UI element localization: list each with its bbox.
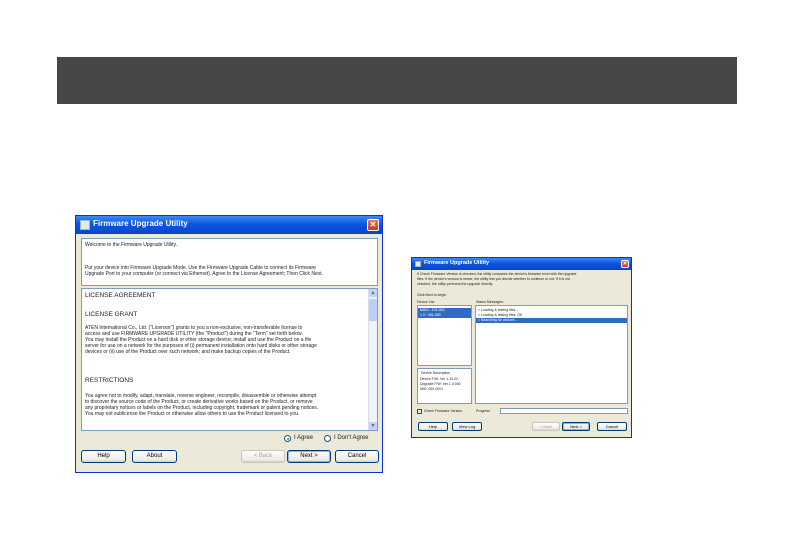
license-text-area[interactable]: LICENSE AGREEMENT LICENSE GRANT ATEN Int… — [81, 288, 378, 431]
instruction-line-2: Upgrade Port to your computer (or connec… — [85, 271, 324, 277]
device-label: 1 0 : 301-000 — [420, 313, 441, 317]
status-message: > Loading & testing files: OK — [478, 313, 523, 317]
intro-panel: Welcome to the Firmware Upgrade Utility.… — [81, 238, 378, 286]
status-messages-list[interactable]: > Loading & testing files... > Loading &… — [475, 305, 628, 404]
info-line: checked, the utility performs the upgrad… — [417, 282, 494, 286]
cancel-button[interactable]: Cancel — [335, 450, 379, 463]
agree-radio[interactable] — [284, 435, 291, 442]
agree-label[interactable]: I Agree — [294, 435, 313, 441]
device-label: MAIN : 101-000 — [420, 308, 445, 312]
info-line: If Check Firmware Version is checked, th… — [417, 272, 577, 276]
help-button[interactable]: Help — [418, 422, 448, 431]
app-icon — [415, 261, 421, 267]
back-button[interactable]: < Back — [241, 450, 285, 463]
header-bar — [57, 57, 737, 104]
check-firmware-checkbox[interactable]: ✓ — [417, 409, 422, 414]
restrictions-heading: RESTRICTIONS — [85, 377, 134, 384]
license-grant-heading: LICENSE GRANT — [85, 311, 138, 318]
click-hint: Click Next to begin. — [417, 293, 448, 297]
license-dialog-window: Firmware Upgrade Utility ✕ Welcome to th… — [75, 215, 383, 473]
about-button[interactable]: About — [132, 450, 177, 463]
status-messages-label: Status Messages: — [476, 300, 504, 304]
app-icon — [80, 220, 90, 230]
disagree-label[interactable]: I Don't Agree — [334, 435, 369, 441]
next-button[interactable]: Next > — [562, 422, 590, 431]
progress-label: Progress — [476, 409, 491, 413]
help-button[interactable]: Help — [81, 450, 126, 463]
scroll-down-icon[interactable]: ▼ — [369, 422, 377, 430]
info-line: files. If the device's version is newer,… — [417, 277, 570, 281]
restrictions-line: You may not sublicense the Product or ot… — [85, 411, 300, 417]
check-firmware-label[interactable]: Check Firmware Version — [424, 409, 462, 413]
title-bar[interactable]: Firmware Upgrade Utility ✕ — [412, 258, 631, 270]
cancel-button[interactable]: Cancel — [597, 422, 627, 431]
status-message: > Searching for devices... — [478, 318, 518, 322]
close-button[interactable]: ✕ — [367, 219, 379, 231]
status-message: > Loading & testing files... — [478, 308, 519, 312]
window-title: Firmware Upgrade Utility — [93, 219, 188, 228]
upgrade-dialog-window: Firmware Upgrade Utility ✕ If Check Firm… — [411, 257, 632, 438]
close-button[interactable]: ✕ — [621, 260, 629, 268]
device-description-heading: Device Description — [421, 371, 451, 375]
welcome-text: Welcome to the Firmware Upgrade Utility. — [85, 242, 178, 248]
window-title: Firmware Upgrade Utility — [424, 260, 490, 266]
device-row[interactable]: 1 0 : 301-000 — [418, 313, 471, 318]
device-description-panel: Device Description Device F/W: Ver 1.13.… — [417, 368, 472, 404]
device-list-label: Device List: — [417, 300, 436, 304]
device-list[interactable]: MAIN : 101-000 1 0 : 301-000 — [417, 305, 472, 366]
title-bar[interactable]: Firmware Upgrade Utility ✕ — [76, 216, 382, 234]
license-scrollbar[interactable]: ▲ ▼ — [368, 289, 377, 430]
progress-bar — [500, 408, 628, 414]
status-message-selected[interactable]: > Searching for devices... — [476, 318, 627, 323]
scroll-thumb[interactable] — [369, 299, 377, 321]
disagree-radio[interactable] — [324, 435, 331, 442]
device-description-line: Upgrade F/W: Ver 1.0.000 — [420, 382, 461, 386]
view-log-button[interactable]: View Log — [452, 422, 482, 431]
license-grant-line: devices or (ii) use of the Product over … — [85, 349, 291, 355]
back-button[interactable]: < Back — [532, 422, 560, 431]
device-description-line: MID: 000-0001 — [420, 387, 444, 391]
next-button[interactable]: Next > — [287, 450, 331, 463]
scroll-up-icon[interactable]: ▲ — [369, 289, 377, 297]
device-description-line: Device F/W: Ver 1.13.22 — [420, 377, 458, 381]
license-heading: LICENSE AGREEMENT — [85, 292, 156, 299]
